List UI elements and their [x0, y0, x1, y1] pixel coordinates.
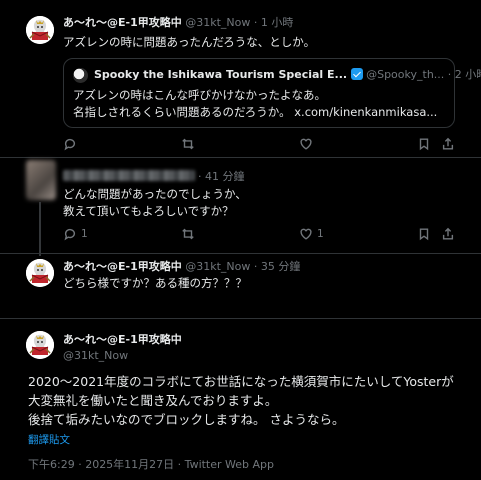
redacted-author-name[interactable] [63, 170, 195, 181]
post-line: どんな問題があったのでしょうか、 [63, 187, 247, 201]
post-line: 2020～2021年度のコラボにてお世話になった横須賀市にたいしてYosterが [28, 374, 454, 389]
retweet-button[interactable] [181, 226, 195, 242]
post-time[interactable]: 35 分鐘 [261, 260, 301, 273]
post-metadata: 下午6:29 · 2025年11月27日 · Twitter Web App [28, 458, 275, 471]
author-handle[interactable]: @31kt_Now [63, 349, 182, 363]
avatar[interactable] [26, 160, 56, 200]
avatar[interactable] [26, 16, 54, 44]
post-line: 教えて頂いてもよろしいですか？ [63, 204, 234, 218]
post-line: 後捨て垢みたいなのでブロックしますね。 さようなら。 [28, 412, 345, 427]
post-text: どんな問題があったのでしょうか、 教えて頂いてもよろしいですか？ [63, 186, 247, 220]
post-text: どちら様ですか？ある種の方？？？ [63, 276, 247, 290]
retweet-button[interactable] [181, 136, 195, 152]
post-header: あ～れ～@E-1甲攻略中 @31kt_Now [63, 333, 182, 363]
author-name[interactable]: あ～れ～@E-1甲攻略中 [63, 16, 182, 29]
quoted-line: アズレンの時はこんな呼びかけなかったよなあ。 [73, 88, 326, 102]
avatar-image [26, 331, 54, 359]
post-time[interactable]: · 41 分鐘 [198, 170, 245, 183]
quoted-line: 名指しされるくらい問題あるのだろうか。 x.com/kinenkanmikasa… [73, 105, 438, 119]
retweet-icon [181, 227, 195, 241]
post-time[interactable]: 1 小時 [261, 16, 294, 29]
author-name[interactable]: あ～れ～@E-1甲攻略中 [63, 333, 182, 347]
post-header: あ～れ～@E-1甲攻略中 @31kt_Now · 1 小時 [63, 16, 293, 30]
quoted-post[interactable]: Spooky the Ishikawa Tourism Special E...… [63, 58, 481, 128]
verified-badge-icon [351, 68, 364, 80]
avatar-image [26, 259, 54, 287]
share-button[interactable] [441, 226, 455, 242]
author-handle[interactable]: @31kt_Now [185, 16, 250, 29]
like-icon [299, 137, 313, 151]
post-actions [63, 136, 455, 152]
thread-line [39, 202, 41, 256]
like-icon [299, 227, 313, 241]
post-text: 2020～2021年度のコラボにてお世話になった横須賀市にたいしてYosterが… [28, 372, 454, 429]
quoted-author-name: Spooky the Ishikawa Tourism Special E... [94, 68, 348, 81]
translate-post-link[interactable]: 翻譯貼文 [28, 432, 70, 447]
post-1[interactable]: あ～れ～@E-1甲攻略中 @31kt_Now · 1 小時 アズレンの時に問題あ… [0, 0, 481, 160]
avatar[interactable] [26, 259, 54, 287]
post-2[interactable]: · 41 分鐘 どんな問題があったのでしょうか、 教えて頂いてもよろしいですか？… [0, 158, 481, 256]
post-line: 大変無礼を働いたと聞き及んでおりますよ。 [28, 393, 278, 408]
quoted-author-handle: @Spooky_th... [366, 68, 445, 81]
bookmark-button[interactable] [417, 136, 431, 152]
share-icon [441, 137, 455, 151]
share-icon [441, 227, 455, 241]
quoted-header: Spooky the Ishikawa Tourism Special E...… [94, 68, 481, 82]
like-button[interactable] [299, 136, 313, 152]
reply-button[interactable] [63, 136, 77, 152]
bookmark-icon [417, 137, 431, 151]
reply-button[interactable]: 1 [63, 226, 88, 242]
quoted-avatar[interactable] [73, 68, 88, 83]
quoted-time: · 2 小時 [447, 68, 481, 81]
like-count: 1 [317, 228, 324, 240]
reply-count: 1 [81, 228, 88, 240]
post-actions: 1 1 [63, 226, 455, 242]
separator-dot: · [253, 16, 258, 29]
separator-dot: · [253, 260, 258, 273]
reply-icon [63, 227, 77, 241]
retweet-icon [181, 137, 195, 151]
bookmark-icon [417, 227, 431, 241]
quoted-text: アズレンの時はこんな呼びかけなかったよなあ。 名指しされるくらい問題あるのだろう… [73, 87, 437, 121]
avatar[interactable] [26, 331, 54, 359]
post-3[interactable]: あ～れ～@E-1甲攻略中 @31kt_Now · 35 分鐘 どちら様ですか？あ… [0, 254, 481, 319]
post-header: · 41 分鐘 [198, 170, 245, 184]
author-handle[interactable]: @31kt_Now [185, 260, 250, 273]
reply-icon [63, 137, 77, 151]
post-text: アズレンの時に問題あったんだろうな、としか。 [63, 35, 316, 49]
post-header: あ～れ～@E-1甲攻略中 @31kt_Now · 35 分鐘 [63, 260, 300, 274]
bookmark-button[interactable] [417, 226, 431, 242]
like-button[interactable]: 1 [299, 226, 324, 242]
avatar-image [26, 16, 54, 44]
share-button[interactable] [441, 136, 455, 152]
author-name[interactable]: あ～れ～@E-1甲攻略中 [63, 260, 182, 273]
